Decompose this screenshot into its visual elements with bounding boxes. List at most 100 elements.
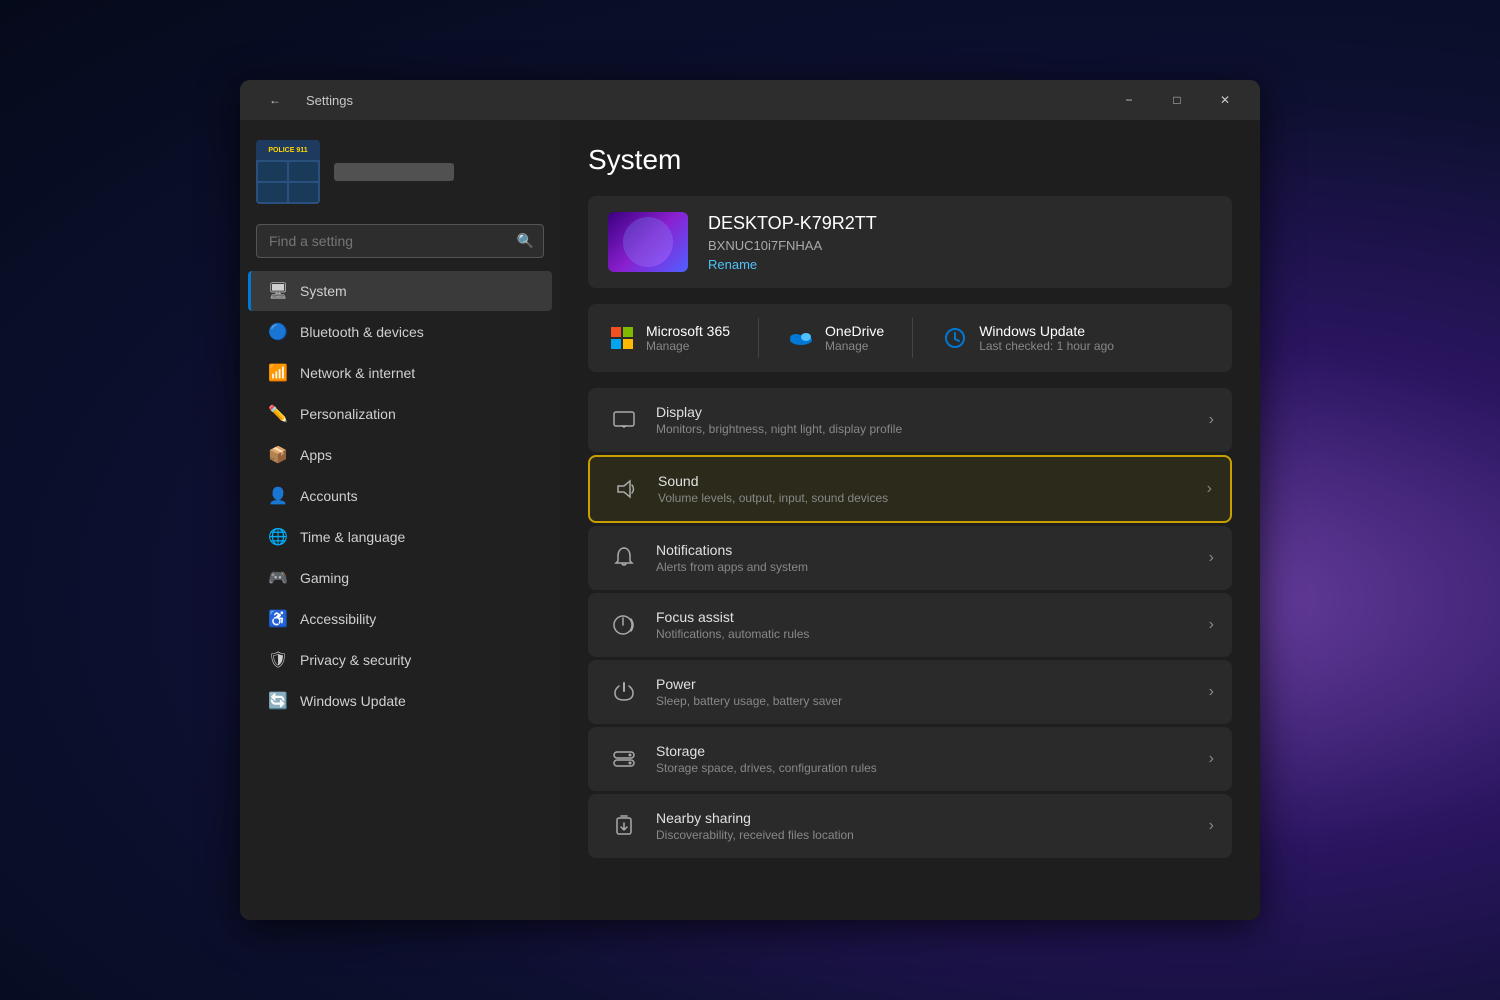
sidebar: POLICE 911 🔍 🖥: [240, 120, 560, 920]
quick-link-text-onedrive: OneDrive Manage: [825, 323, 884, 353]
window-content: POLICE 911 🔍 🖥: [240, 120, 1260, 920]
setting-icon-notifications: [606, 540, 642, 576]
nav-icon-privacy: 🛡: [268, 650, 288, 670]
setting-title-nearby: Nearby sharing: [656, 810, 1209, 826]
device-sub: BXNUC10i7FNHAA: [708, 238, 877, 253]
nav-icon-gaming: 🎮: [268, 568, 288, 588]
setting-desc-notifications: Alerts from apps and system: [656, 560, 1209, 574]
chevron-right-icon-notifications: ›: [1209, 549, 1214, 567]
setting-title-power: Power: [656, 676, 1209, 692]
search-input[interactable]: [256, 224, 544, 258]
chevron-right-icon-display: ›: [1209, 411, 1214, 429]
sidebar-item-gaming[interactable]: 🎮 Gaming: [248, 558, 552, 598]
quick-link-title-onedrive: OneDrive: [825, 323, 884, 339]
sidebar-item-network[interactable]: 📶 Network & internet: [248, 353, 552, 393]
title-bar-controls: − □ ✕: [1106, 84, 1248, 116]
device-info: DESKTOP-K79R2TT BXNUC10i7FNHAA Rename: [708, 213, 877, 272]
chevron-right-icon-focus: ›: [1209, 616, 1214, 634]
page-title: System: [588, 144, 1232, 176]
setting-title-sound: Sound: [658, 473, 1207, 489]
setting-text-power: Power Sleep, battery usage, battery save…: [656, 676, 1209, 708]
nav-label-apps: Apps: [300, 447, 332, 463]
setting-text-notifications: Notifications Alerts from apps and syste…: [656, 542, 1209, 574]
maximize-button[interactable]: □: [1154, 84, 1200, 116]
sidebar-item-bluetooth[interactable]: 🔵 Bluetooth & devices: [248, 312, 552, 352]
setting-desc-nearby: Discoverability, received files location: [656, 828, 1209, 842]
device-thumb-inner: [623, 217, 673, 267]
setting-icon-sound: [608, 471, 644, 507]
chevron-right-icon-sound: ›: [1207, 480, 1212, 498]
setting-row-sound[interactable]: Sound Volume levels, output, input, soun…: [588, 455, 1232, 523]
nav-label-accessibility: Accessibility: [300, 611, 376, 627]
nav-icon-network: 📶: [268, 363, 288, 383]
quick-link-icon-onedrive: [787, 324, 815, 352]
nav-icon-time: 🌐: [268, 527, 288, 547]
quick-link-text-windowsupdate: Windows Update Last checked: 1 hour ago: [979, 323, 1114, 353]
quick-link-icon-windowsupdate: [941, 324, 969, 352]
quick-link-text-microsoft365: Microsoft 365 Manage: [646, 323, 730, 353]
chevron-right-icon-storage: ›: [1209, 750, 1214, 768]
sidebar-item-accounts[interactable]: 👤 Accounts: [248, 476, 552, 516]
setting-row-focus[interactable]: Focus assist Notifications, automatic ru…: [588, 593, 1232, 657]
quick-link-icon-microsoft365: [608, 324, 636, 352]
avatar-badge: POLICE 911: [256, 140, 320, 160]
setting-title-notifications: Notifications: [656, 542, 1209, 558]
nav-icon-accounts: 👤: [268, 486, 288, 506]
setting-icon-nearby: [606, 808, 642, 844]
settings-list: Display Monitors, brightness, night ligh…: [588, 388, 1232, 858]
setting-row-power[interactable]: Power Sleep, battery usage, battery save…: [588, 660, 1232, 724]
nav-icon-apps: 📦: [268, 445, 288, 465]
nav-label-accounts: Accounts: [300, 488, 358, 504]
nav-label-bluetooth: Bluetooth & devices: [300, 324, 424, 340]
quick-link-sub-onedrive: Manage: [825, 339, 884, 353]
title-bar-left: ← Settings: [252, 84, 353, 116]
setting-row-notifications[interactable]: Notifications Alerts from apps and syste…: [588, 526, 1232, 590]
setting-desc-display: Monitors, brightness, night light, displ…: [656, 422, 1209, 436]
device-thumbnail: [608, 212, 688, 272]
setting-icon-focus: [606, 607, 642, 643]
title-bar: ← Settings − □ ✕: [240, 80, 1260, 120]
username-blurred: [334, 163, 454, 181]
quick-link-divider: [912, 318, 913, 358]
setting-title-display: Display: [656, 404, 1209, 420]
setting-row-storage[interactable]: Storage Storage space, drives, configura…: [588, 727, 1232, 791]
sidebar-item-personalization[interactable]: ✏️ Personalization: [248, 394, 552, 434]
nav-label-update: Windows Update: [300, 693, 406, 709]
setting-text-nearby: Nearby sharing Discoverability, received…: [656, 810, 1209, 842]
quick-link-microsoft365[interactable]: Microsoft 365 Manage: [608, 323, 730, 353]
setting-row-nearby[interactable]: Nearby sharing Discoverability, received…: [588, 794, 1232, 858]
avatar-body: [256, 160, 320, 204]
nav-label-system: System: [300, 283, 347, 299]
quick-link-windowsupdate[interactable]: Windows Update Last checked: 1 hour ago: [941, 323, 1114, 353]
device-card: DESKTOP-K79R2TT BXNUC10i7FNHAA Rename: [588, 196, 1232, 288]
setting-icon-storage: [606, 741, 642, 777]
quick-link-sub-microsoft365: Manage: [646, 339, 730, 353]
setting-title-focus: Focus assist: [656, 609, 1209, 625]
avatar-frame: POLICE 911: [256, 140, 320, 204]
sidebar-item-system[interactable]: 🖥 System: [248, 271, 552, 311]
setting-desc-focus: Notifications, automatic rules: [656, 627, 1209, 641]
quick-link-onedrive[interactable]: OneDrive Manage: [787, 323, 884, 353]
nav-icon-update: 🔄: [268, 691, 288, 711]
rename-link[interactable]: Rename: [708, 257, 877, 272]
quick-link-sub-windowsupdate: Last checked: 1 hour ago: [979, 339, 1114, 353]
avatar-panel-2: [289, 162, 318, 181]
sidebar-item-privacy[interactable]: 🛡 Privacy & security: [248, 640, 552, 680]
close-button[interactable]: ✕: [1202, 84, 1248, 116]
sidebar-item-update[interactable]: 🔄 Windows Update: [248, 681, 552, 721]
setting-row-display[interactable]: Display Monitors, brightness, night ligh…: [588, 388, 1232, 452]
back-button[interactable]: ←: [252, 84, 298, 116]
nav-icon-accessibility: ♿: [268, 609, 288, 629]
nav-icon-personalization: ✏️: [268, 404, 288, 424]
sidebar-item-apps[interactable]: 📦 Apps: [248, 435, 552, 475]
quick-link-title-windowsupdate: Windows Update: [979, 323, 1114, 339]
search-icon: 🔍: [517, 233, 534, 250]
setting-desc-storage: Storage space, drives, configuration rul…: [656, 761, 1209, 775]
nav-icon-bluetooth: 🔵: [268, 322, 288, 342]
sidebar-item-accessibility[interactable]: ♿ Accessibility: [248, 599, 552, 639]
minimize-button[interactable]: −: [1106, 84, 1152, 116]
sidebar-item-time[interactable]: 🌐 Time & language: [248, 517, 552, 557]
quick-links: Microsoft 365 Manage OneDrive Manage Win…: [588, 304, 1232, 372]
setting-title-storage: Storage: [656, 743, 1209, 759]
sidebar-nav: 🖥 System 🔵 Bluetooth & devices 📶 Network…: [240, 270, 560, 722]
